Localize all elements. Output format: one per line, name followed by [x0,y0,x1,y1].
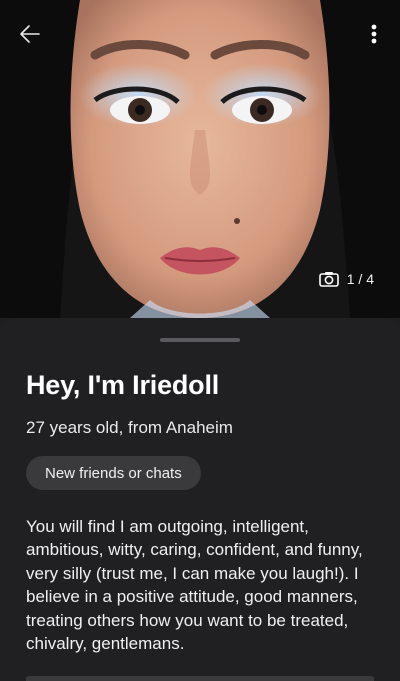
profile-title: Hey, I'm Iriedoll [26,370,220,400]
intent-tag[interactable]: New friends or chats [26,456,201,490]
profile-bio: You will find I am outgoing, intelligent… [26,517,363,654]
arrow-left-icon [20,25,40,43]
drag-handle[interactable] [160,338,240,342]
more-vertical-icon [371,24,377,44]
profile-photo[interactable]: 1 / 4 [0,0,400,318]
photo-counter: 1 / 4 [318,269,374,289]
intent-tag-label: New friends or chats [45,464,182,482]
more-options-button[interactable] [362,18,386,50]
next-section-hint [26,676,374,681]
profile-subtitle: 27 years old, from Anaheim [26,418,233,437]
profile-sheet: Hey, I'm Iriedoll 27 years old, from Ana… [0,318,400,681]
photo-counter-text: 1 / 4 [346,271,374,287]
back-button[interactable] [14,18,46,50]
camera-icon [318,271,339,287]
